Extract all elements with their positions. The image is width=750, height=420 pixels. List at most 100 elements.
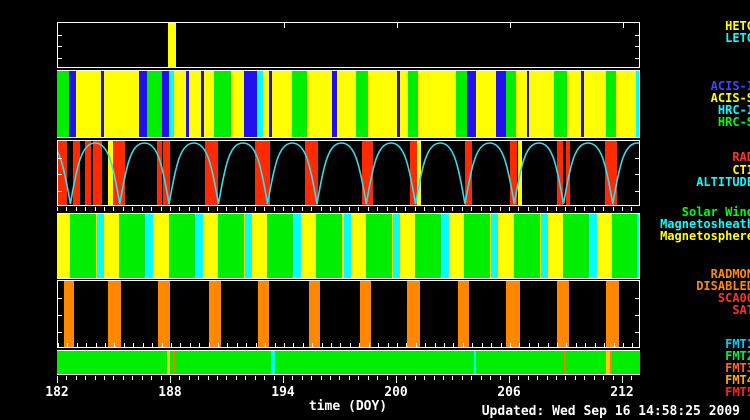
x-tick-major bbox=[509, 376, 510, 383]
x-tick-minor bbox=[518, 207, 519, 211]
x-axis-title: time (DOY) bbox=[309, 400, 387, 413]
interval-instruments-hrc-s bbox=[506, 71, 516, 137]
x-tick-minor bbox=[471, 376, 472, 380]
x-tick-minor bbox=[67, 343, 68, 347]
x-tick-minor bbox=[501, 343, 502, 347]
label-magnetosphere: Magnetosphere bbox=[660, 230, 750, 242]
x-tick-minor bbox=[349, 376, 350, 380]
y-tick bbox=[58, 46, 62, 47]
x-tick-minor bbox=[405, 207, 406, 211]
x-tick-minor bbox=[179, 376, 180, 380]
x-tick-minor bbox=[339, 207, 340, 211]
x-tick-minor bbox=[388, 343, 389, 347]
x-tick-minor bbox=[415, 207, 416, 211]
x-tick-minor bbox=[85, 376, 86, 380]
x-tick-minor bbox=[180, 343, 181, 347]
interval-solar-wind-regions-solar-wind bbox=[267, 214, 293, 278]
interval-radmon-radmon-disabled bbox=[407, 281, 420, 347]
x-tick-minor bbox=[584, 376, 585, 380]
x-tick-minor bbox=[425, 343, 426, 347]
interval-instruments-hrc-i bbox=[636, 71, 639, 137]
interval-instruments-acis-i bbox=[186, 71, 189, 137]
interval-solar-wind-regions-magnetosheath bbox=[491, 214, 498, 278]
x-tick-minor bbox=[245, 376, 246, 380]
y-tick bbox=[58, 58, 62, 59]
band-gratings bbox=[57, 22, 640, 68]
x-tick-minor bbox=[463, 343, 464, 347]
x-tick-minor bbox=[434, 207, 435, 211]
x-tick-major bbox=[397, 23, 398, 28]
x-tick-minor bbox=[246, 343, 247, 347]
y-tick bbox=[58, 191, 62, 192]
x-tick-minor bbox=[358, 207, 359, 211]
interval-instruments-hrc-s bbox=[456, 71, 467, 137]
x-tick-major bbox=[57, 376, 58, 383]
x-tick-minor bbox=[565, 207, 566, 211]
interval-instruments-hrc-s bbox=[292, 71, 307, 137]
x-tick-minor bbox=[547, 207, 548, 211]
chandra-schedule-plot: HETGLETGACIS-IACIS-SHRC-IHRC-SRADCTIALTI… bbox=[0, 0, 750, 420]
x-tick-minor bbox=[236, 376, 237, 380]
x-tick-minor bbox=[123, 207, 124, 211]
x-axis-tick-label: 206 bbox=[497, 386, 520, 399]
x-tick-minor bbox=[143, 343, 144, 347]
interval-fmt-fmt3 bbox=[564, 351, 566, 374]
x-axis-tick-label: 212 bbox=[610, 386, 633, 399]
x-tick-minor bbox=[190, 343, 191, 347]
x-tick-minor bbox=[321, 376, 322, 380]
x-tick-minor bbox=[415, 376, 416, 380]
x-tick-minor bbox=[613, 207, 614, 211]
x-tick-minor bbox=[556, 376, 557, 380]
x-tick-minor bbox=[406, 343, 407, 347]
x-tick-major bbox=[171, 23, 172, 28]
interval-instruments-hrc-s bbox=[554, 71, 567, 137]
interval-radmon-radmon-disabled bbox=[557, 281, 569, 347]
interval-radmon-radmon-disabled bbox=[309, 281, 320, 347]
interval-instruments-acis-i bbox=[101, 71, 104, 137]
x-tick-minor bbox=[132, 376, 133, 380]
interval-instruments-acis-i bbox=[397, 71, 400, 137]
x-tick-minor bbox=[237, 343, 238, 347]
x-tick-minor bbox=[199, 343, 200, 347]
x-tick-minor bbox=[105, 343, 106, 347]
x-tick-minor bbox=[584, 207, 585, 211]
x-tick-minor bbox=[623, 343, 624, 347]
interval-fmt-fmt1 bbox=[271, 351, 275, 374]
x-tick-minor bbox=[322, 343, 323, 347]
x-tick-minor bbox=[293, 343, 294, 347]
interval-radmon-radmon-disabled bbox=[158, 281, 170, 347]
x-tick-minor bbox=[302, 376, 303, 380]
interval-solar-wind-regions-magnetosheath bbox=[393, 214, 400, 278]
interval-fmt-fmt4 bbox=[167, 351, 170, 374]
x-tick-minor bbox=[537, 376, 538, 380]
interval-radmon-radmon-disabled bbox=[506, 281, 520, 347]
interval-instruments-hrc-i bbox=[169, 71, 174, 137]
x-tick-minor bbox=[377, 207, 378, 211]
interval-solar-wind-regions-magnetosheath bbox=[245, 214, 252, 278]
x-tick-minor bbox=[162, 343, 163, 347]
x-tick-minor bbox=[208, 376, 209, 380]
x-tick-minor bbox=[566, 343, 567, 347]
x-tick-minor bbox=[171, 343, 172, 347]
interval-solar-wind-regions-solar-wind bbox=[464, 214, 490, 278]
label-hrc-s: HRC-S bbox=[718, 116, 750, 128]
x-tick-minor bbox=[547, 376, 548, 380]
interval-radmon-radmon-disabled bbox=[606, 281, 619, 347]
x-tick-major bbox=[170, 376, 171, 383]
altitude-curve bbox=[58, 141, 640, 205]
interval-radmon-radmon-disabled bbox=[64, 281, 74, 347]
x-tick-minor bbox=[264, 376, 265, 380]
x-tick-major bbox=[623, 23, 624, 28]
interval-radmon-radmon-disabled bbox=[258, 281, 269, 347]
label-fmt5: FMT5 bbox=[725, 386, 750, 398]
interval-instruments-hrc-s bbox=[57, 71, 69, 137]
x-tick-minor bbox=[95, 207, 96, 211]
x-tick-minor bbox=[132, 207, 133, 211]
interval-instruments-acis-i bbox=[162, 71, 169, 137]
band-instruments bbox=[57, 70, 640, 138]
x-tick-minor bbox=[57, 207, 58, 211]
x-tick-minor bbox=[95, 376, 96, 380]
x-tick-minor bbox=[340, 343, 341, 347]
x-tick-minor bbox=[133, 343, 134, 347]
x-tick-minor bbox=[208, 207, 209, 211]
